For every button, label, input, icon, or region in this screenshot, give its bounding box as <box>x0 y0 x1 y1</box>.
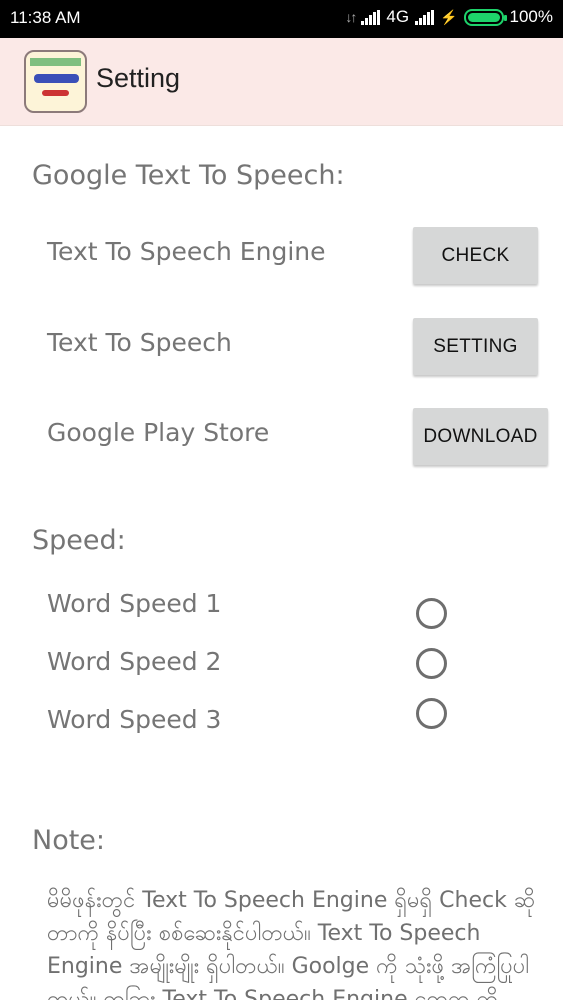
check-button[interactable]: CHECK <box>413 227 538 284</box>
word-speed-1-label: Word Speed 1 <box>47 589 222 618</box>
signal-icon-2 <box>415 9 435 25</box>
download-button[interactable]: DOWNLOAD <box>413 408 548 465</box>
note-section-title: Note: <box>32 825 106 856</box>
tts-label: Text To Speech <box>47 328 232 357</box>
play-store-label: Google Play Store <box>47 418 270 447</box>
word-speed-2-label: Word Speed 2 <box>47 647 222 676</box>
tts-section-title: Google Text To Speech: <box>32 160 345 191</box>
note-text: မိမိဖုန်းတွင် Text To Speech Engine ရှိမ… <box>47 888 536 1000</box>
battery-percent: 100% <box>509 7 553 26</box>
status-icons: ↓↑ 4G ⚡ 100% <box>345 7 553 27</box>
data-transfer-icon: ↓↑ <box>345 9 357 25</box>
setting-button[interactable]: SETTING <box>413 318 538 375</box>
network-type: 4G <box>386 7 410 26</box>
app-logo-icon[interactable] <box>24 50 87 113</box>
word-speed-3-radio[interactable] <box>416 698 447 729</box>
speed-section-title: Speed: <box>32 525 126 556</box>
status-time: 11:38 AM <box>10 8 81 27</box>
page-title: Setting <box>96 63 181 93</box>
signal-icon <box>361 9 381 25</box>
charging-icon: ⚡ <box>440 8 458 25</box>
status-bar: 11:38 AM ↓↑ 4G ⚡ 100% <box>0 0 563 38</box>
tts-engine-label: Text To Speech Engine <box>47 237 326 266</box>
word-speed-2-radio[interactable] <box>416 648 447 679</box>
word-speed-3-label: Word Speed 3 <box>47 705 222 734</box>
word-speed-1-radio[interactable] <box>416 598 447 629</box>
battery-icon <box>463 8 507 26</box>
app-bar: Setting <box>0 38 563 126</box>
